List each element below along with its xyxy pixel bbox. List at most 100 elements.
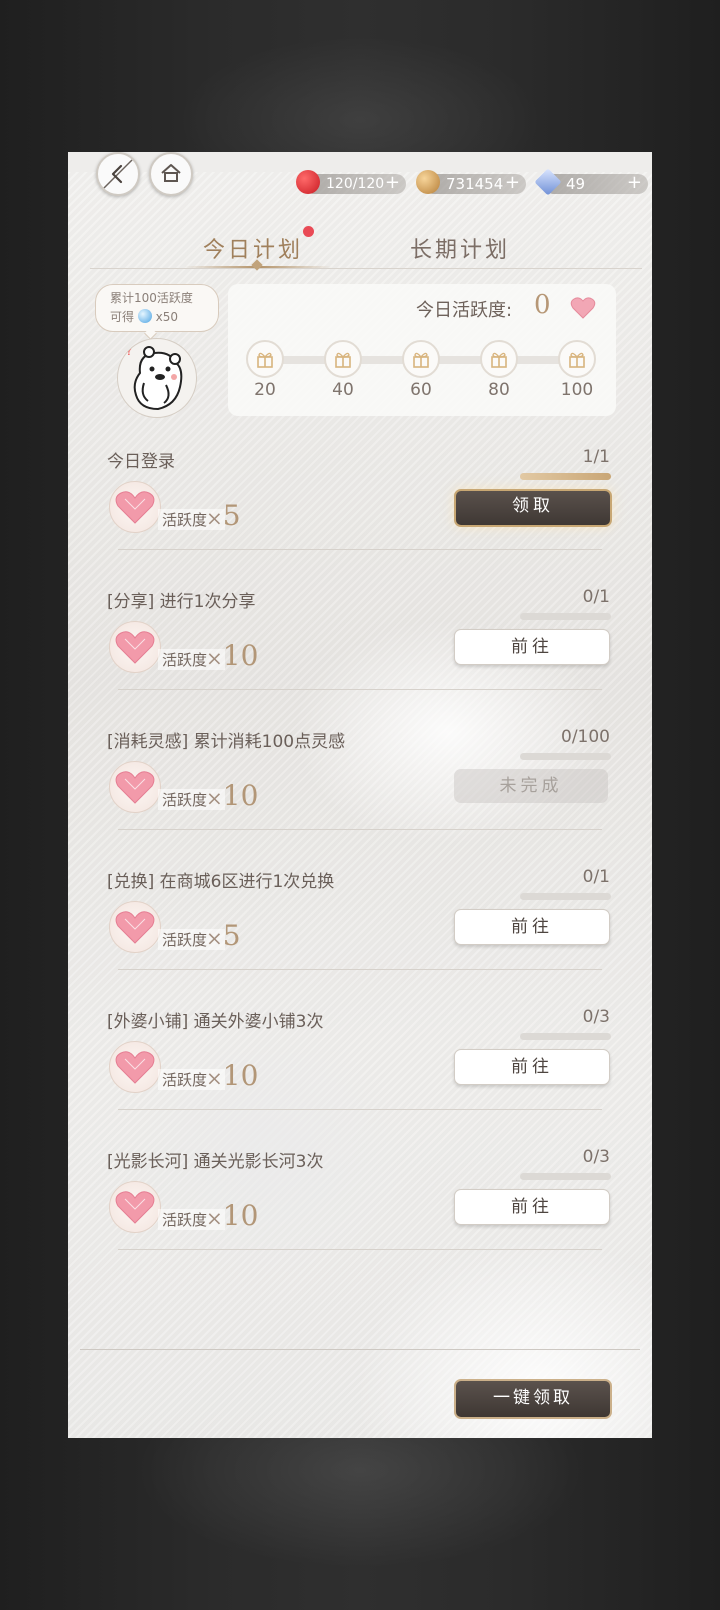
gift-icon xyxy=(569,352,585,368)
bear-icon: ? xyxy=(126,344,183,411)
reward-value: 10 xyxy=(222,639,259,672)
bubble-suffix: x50 xyxy=(155,310,179,324)
task-row: [消耗灵感] 累计消耗100点灵感 0/100 活跃度 ×10 未完成 xyxy=(68,727,652,867)
reward-multiplier: × xyxy=(206,1206,223,1230)
gift-icon xyxy=(491,352,507,368)
crystal-heart-icon xyxy=(109,1041,161,1093)
task-title: [光影长河] 通关光影长河3次 xyxy=(107,1152,324,1172)
crystal-heart-icon xyxy=(109,1181,161,1233)
task-progress: 0/100 xyxy=(561,727,610,747)
task-progress-bar xyxy=(520,473,611,480)
milestone-label: 40 xyxy=(332,380,354,400)
crystal-orb-icon xyxy=(137,309,152,323)
task-progress-bar xyxy=(520,613,611,620)
task-row: [外婆小铺] 通关外婆小铺3次 0/3 活跃度 ×10 前往 xyxy=(68,1007,652,1147)
task-title: [兑换] 在商城6区进行1次兑换 xyxy=(107,872,335,892)
divider xyxy=(118,829,602,830)
milestone-gift-20[interactable] xyxy=(246,340,284,378)
reward-value: 10 xyxy=(222,1199,259,1232)
go-button[interactable]: 前往 xyxy=(454,909,610,945)
activity-progress-card: 今日活跃度: 0 20 40 60 80 100 xyxy=(228,284,616,416)
tabs-divider xyxy=(90,268,642,269)
tab-long-term-plan[interactable]: 长期计划 xyxy=(410,232,510,264)
reward-amount: ×10 xyxy=(206,1059,258,1092)
claim-button[interactable]: 领取 xyxy=(454,489,612,527)
gold-value: 731454 xyxy=(446,175,504,193)
divider xyxy=(118,1249,602,1250)
milestone-gift-60[interactable] xyxy=(402,340,440,378)
milestone-gift-80[interactable] xyxy=(480,340,518,378)
home-icon xyxy=(161,164,181,182)
gold-counter[interactable]: 731454 + xyxy=(416,170,526,194)
divider xyxy=(118,689,602,690)
reward-amount: ×10 xyxy=(206,1199,258,1232)
task-title: 今日登录 xyxy=(107,452,175,472)
task-progress-bar xyxy=(520,1173,611,1180)
bubble-line1: 累计100活跃度 xyxy=(110,291,193,305)
crystal-heart-icon xyxy=(109,901,161,953)
notification-dot xyxy=(303,226,314,237)
task-row: 今日登录 1/1 活跃度 ×5 领取 xyxy=(68,447,652,587)
go-button[interactable]: 前往 xyxy=(454,1189,610,1225)
milestone-label: 80 xyxy=(488,380,510,400)
diamond-counter[interactable]: 49 + xyxy=(534,168,648,196)
reward-amount: ×10 xyxy=(206,639,258,672)
crystal-heart-icon xyxy=(109,761,161,813)
milestone-label: 20 xyxy=(254,380,276,400)
task-progress-bar xyxy=(520,1033,611,1040)
reward-value: 5 xyxy=(222,919,241,952)
back-button[interactable] xyxy=(96,152,140,196)
bubble-line2: 可得 x50 xyxy=(110,308,178,327)
milestone-gift-100[interactable] xyxy=(558,340,596,378)
reward-amount: ×5 xyxy=(206,919,241,952)
footer-divider xyxy=(80,1349,640,1350)
claim-all-button[interactable]: 一键领取 xyxy=(454,1379,612,1419)
gift-icon xyxy=(413,352,429,368)
reward-multiplier: × xyxy=(206,506,223,530)
reward-value: 5 xyxy=(222,499,241,532)
task-title: [外婆小铺] 通关外婆小铺3次 xyxy=(107,1012,324,1032)
home-button[interactable] xyxy=(149,152,193,196)
back-arrow-icon xyxy=(103,159,133,189)
stamina-plus-icon[interactable]: + xyxy=(385,173,400,193)
gift-icon xyxy=(257,352,273,368)
gold-plus-icon[interactable]: + xyxy=(505,173,520,193)
activity-label: 今日活跃度: xyxy=(416,300,513,321)
task-title: [分享] 进行1次分享 xyxy=(107,592,256,612)
go-button[interactable]: 前往 xyxy=(454,629,610,665)
activity-value: 0 xyxy=(534,290,551,320)
stamina-counter[interactable]: 120/120 + xyxy=(296,170,406,194)
crystal-heart-icon xyxy=(109,481,161,533)
go-button[interactable]: 前往 xyxy=(454,1049,610,1085)
stamina-value: 120/120 xyxy=(326,176,385,192)
task-row: [分享] 进行1次分享 0/1 活跃度 ×10 前往 xyxy=(68,587,652,727)
gift-icon xyxy=(335,352,351,368)
reward-multiplier: × xyxy=(206,646,223,670)
diamond-value: 49 xyxy=(566,175,586,193)
task-progress: 0/1 xyxy=(582,867,610,887)
task-progress-bar xyxy=(520,893,611,900)
bear-avatar[interactable]: ? xyxy=(117,338,197,418)
task-progress: 0/3 xyxy=(582,1147,610,1167)
task-title: [消耗灵感] 累计消耗100点灵感 xyxy=(107,732,346,752)
task-row: [兑换] 在商城6区进行1次兑换 0/1 活跃度 ×5 前往 xyxy=(68,867,652,1007)
apple-icon xyxy=(296,170,320,194)
reward-multiplier: × xyxy=(206,1066,223,1090)
gold-coin-icon xyxy=(416,170,440,194)
heart-icon xyxy=(570,297,596,319)
task-progress: 0/1 xyxy=(582,587,610,607)
bubble-prefix: 可得 xyxy=(110,310,135,324)
reward-multiplier: × xyxy=(206,786,223,810)
diamond-plus-icon[interactable]: + xyxy=(627,173,642,193)
reward-amount: ×10 xyxy=(206,779,258,812)
milestone-gift-40[interactable] xyxy=(324,340,362,378)
task-row: [光影长河] 通关光影长河3次 0/3 活跃度 ×10 前往 xyxy=(68,1147,652,1287)
task-progress-bar xyxy=(520,753,611,760)
reward-value: 10 xyxy=(222,779,259,812)
tab-today-plan[interactable]: 今日计划 xyxy=(203,232,303,264)
divider xyxy=(118,969,602,970)
task-progress: 1/1 xyxy=(582,447,610,467)
milestone-label: 60 xyxy=(410,380,432,400)
incomplete-button: 未完成 xyxy=(454,769,608,803)
milestone-label: 100 xyxy=(560,380,594,400)
